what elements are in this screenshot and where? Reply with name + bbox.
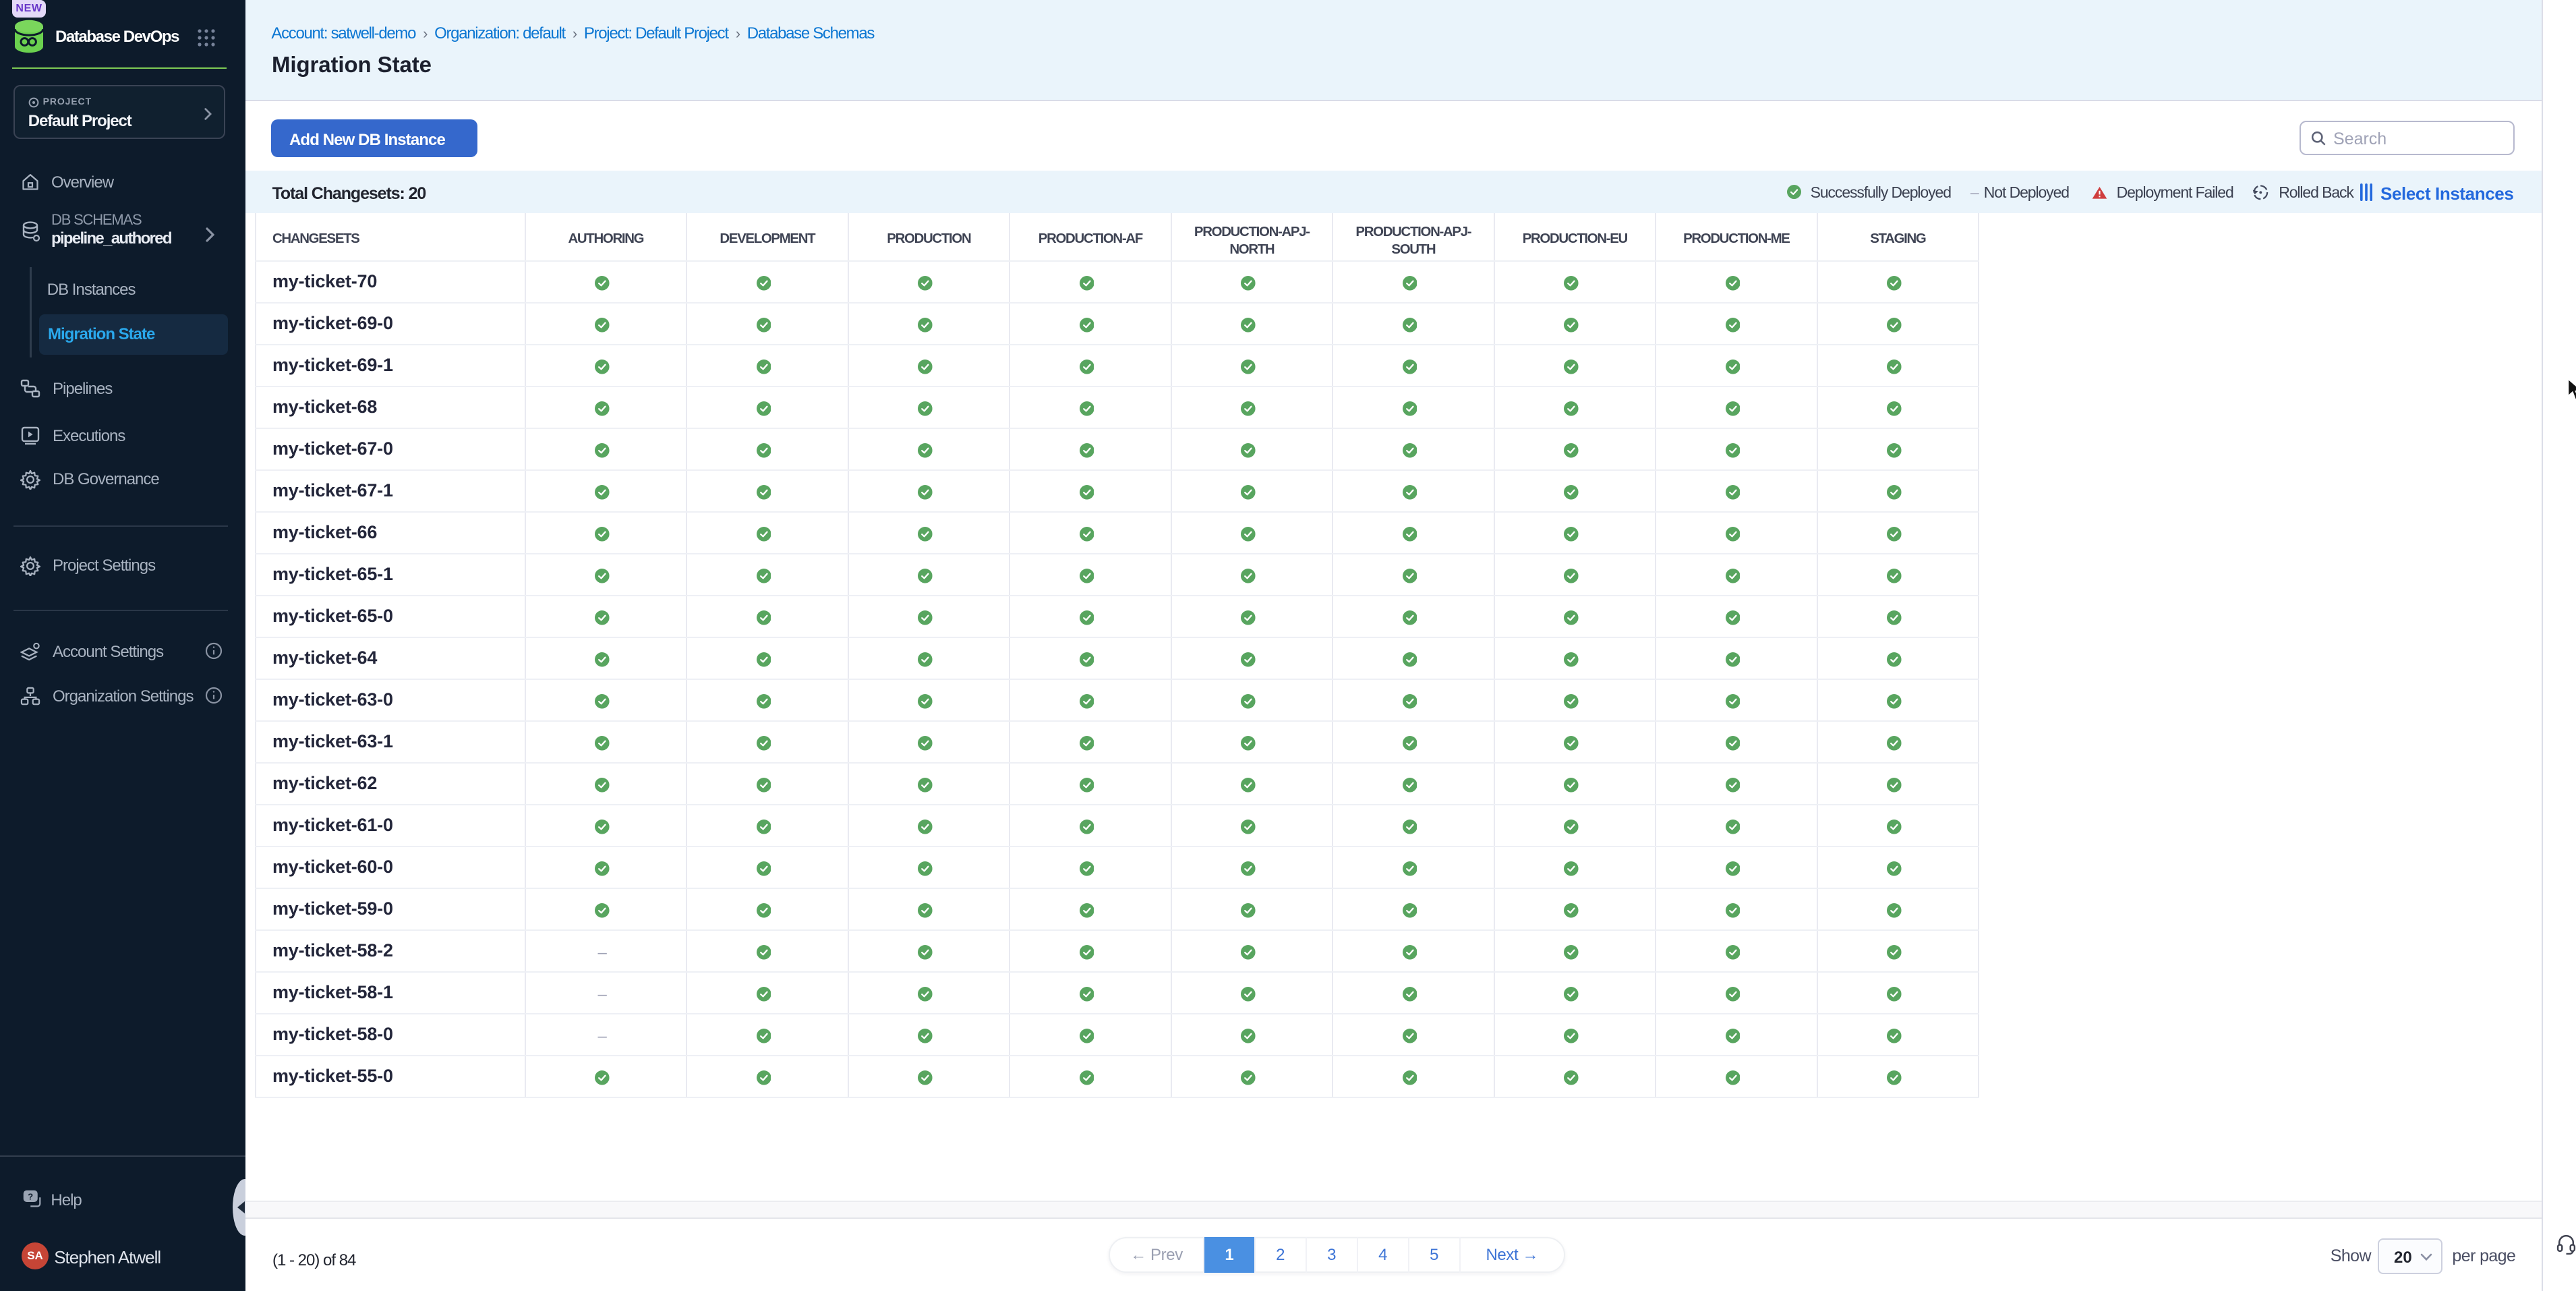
svg-text:?: ? <box>28 1192 33 1202</box>
